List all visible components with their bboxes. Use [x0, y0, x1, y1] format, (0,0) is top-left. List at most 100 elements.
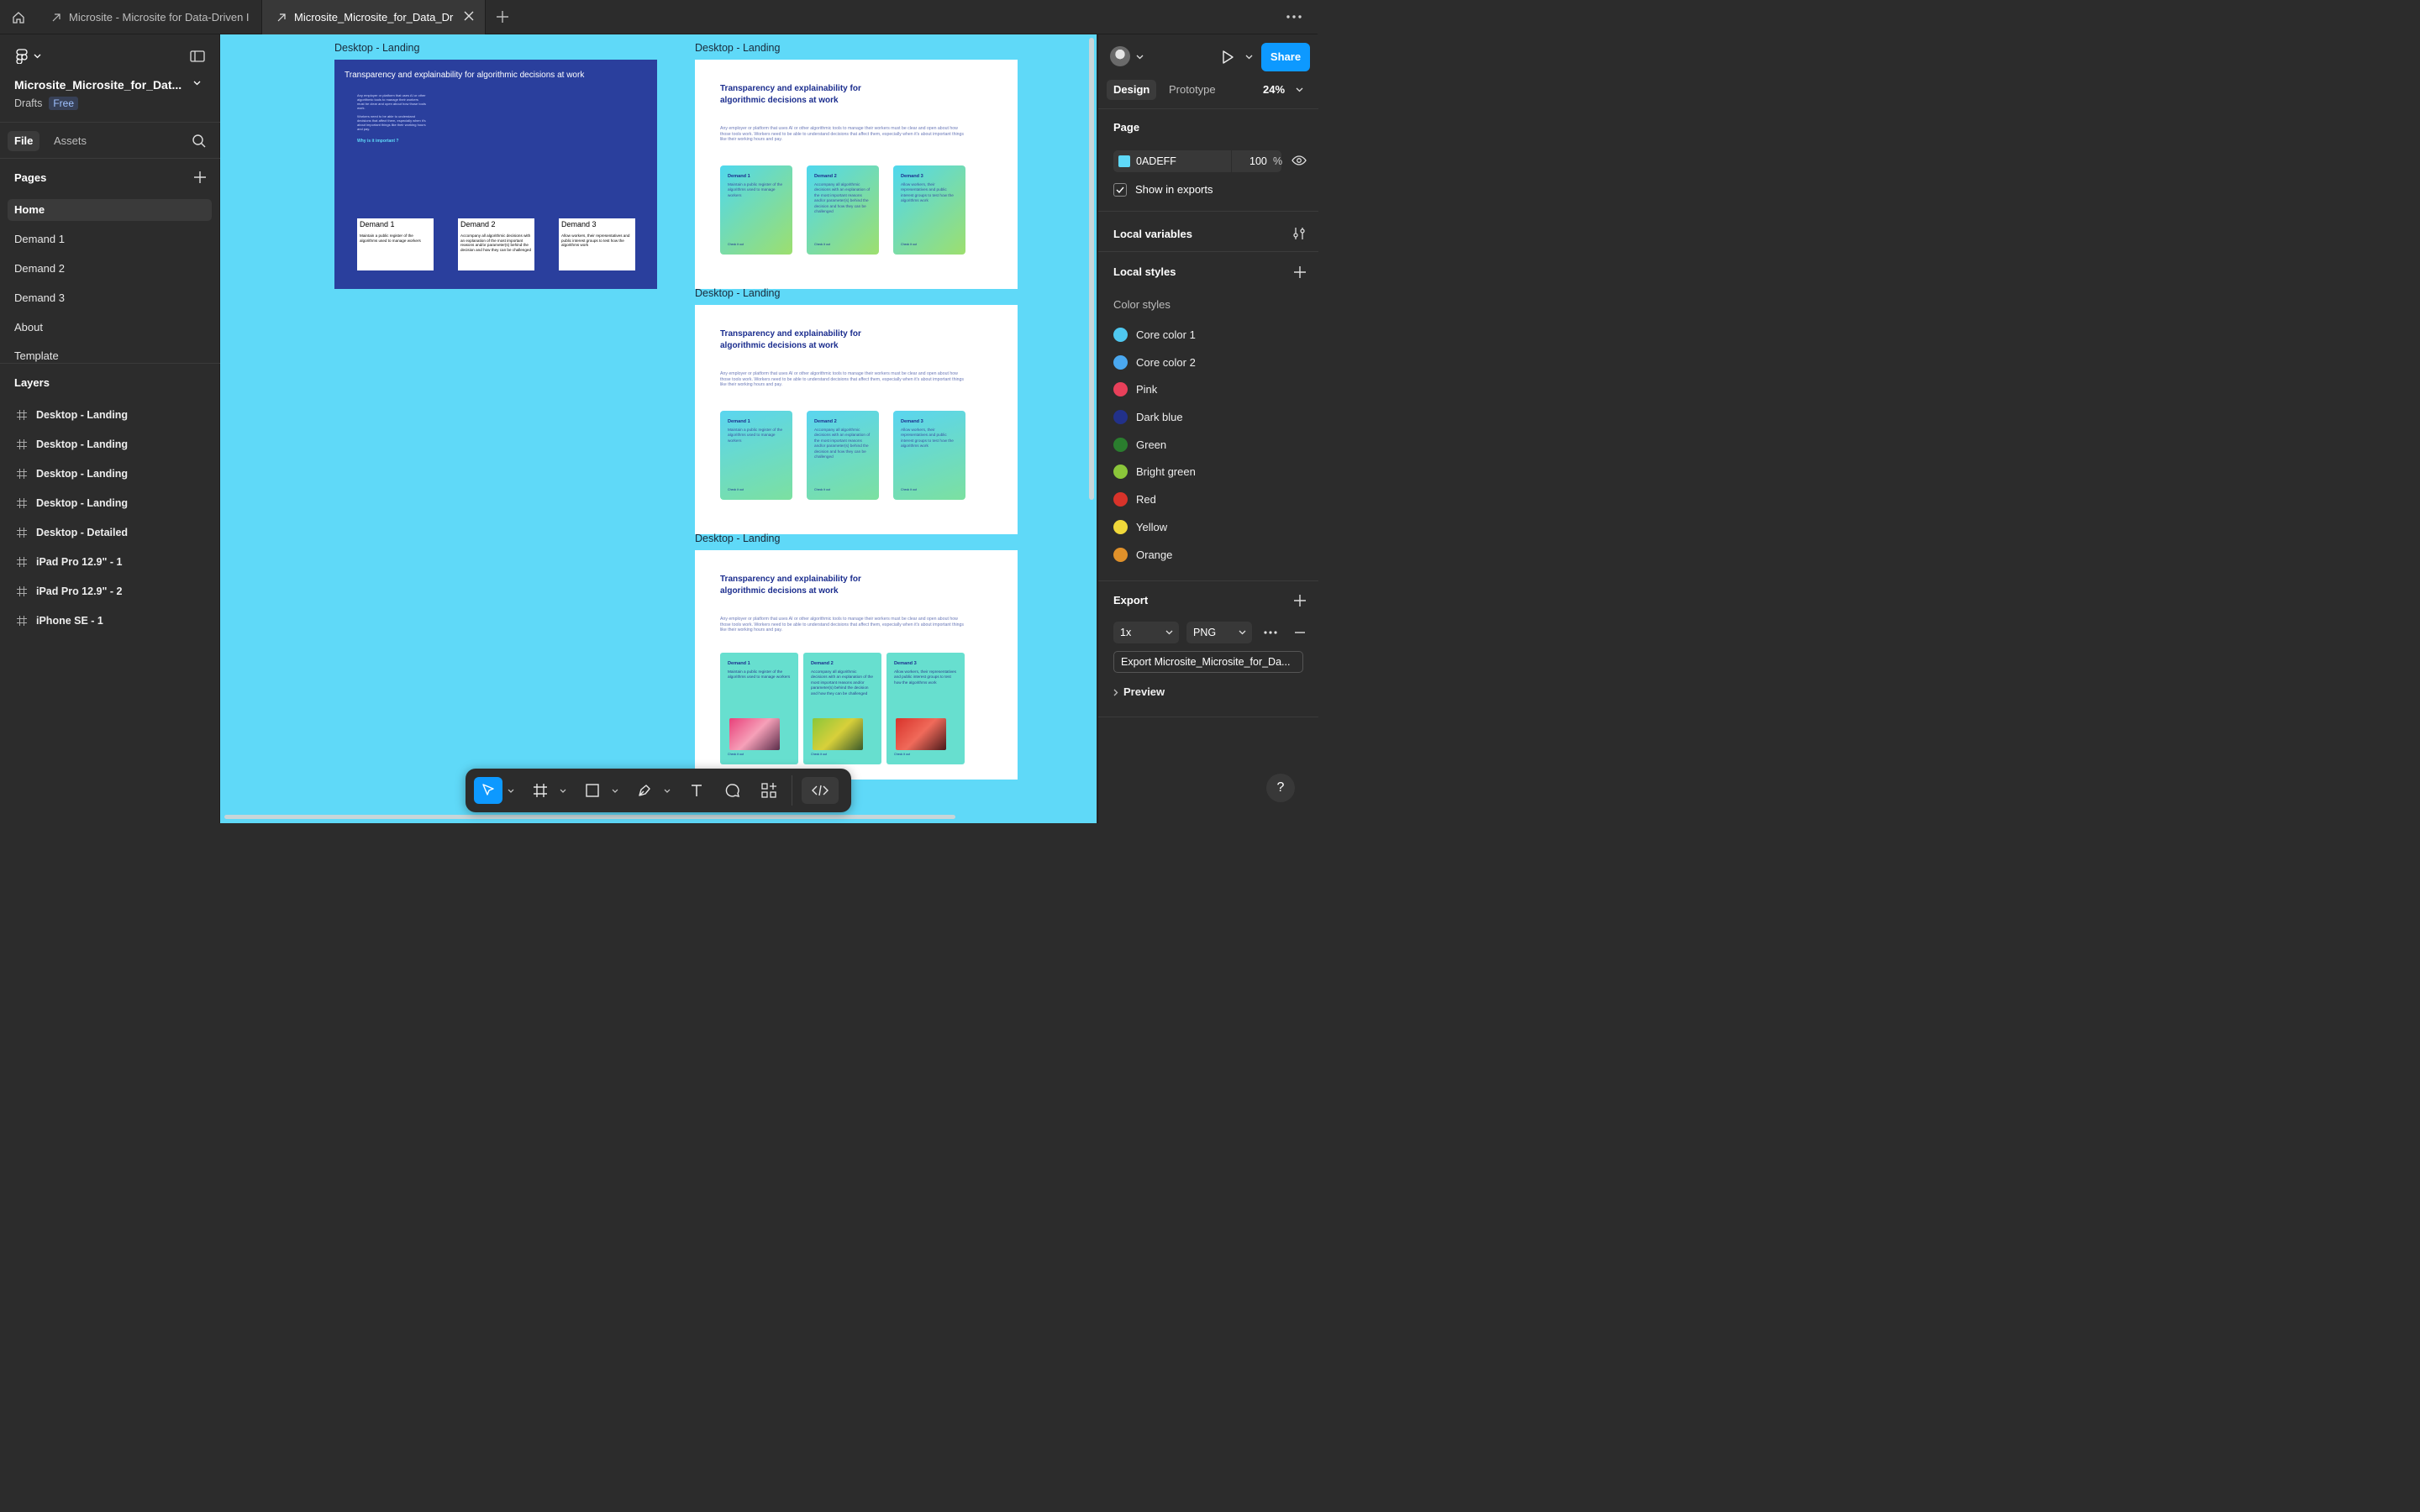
- color-style-item[interactable]: Red: [1113, 491, 1156, 507]
- variables-icon[interactable]: [1292, 227, 1306, 240]
- frame-desktop-landing-3[interactable]: Transparency and explainability for algo…: [695, 305, 1018, 534]
- export-heading: Export: [1113, 594, 1149, 606]
- frame-icon: [17, 528, 27, 538]
- page-item-demand-2[interactable]: Demand 2: [8, 258, 212, 280]
- layer-item[interactable]: Desktop - Landing: [17, 434, 128, 454]
- frame-desktop-landing-1[interactable]: Transparency and explainability for algo…: [334, 60, 657, 289]
- share-button[interactable]: Share: [1261, 43, 1310, 71]
- frame-label[interactable]: Desktop - Landing: [695, 42, 780, 54]
- page-item-home[interactable]: Home: [8, 199, 212, 221]
- actions-button[interactable]: [758, 777, 780, 804]
- zoom-level[interactable]: 24%: [1263, 83, 1285, 96]
- color-style-item[interactable]: Orange: [1113, 546, 1172, 563]
- comment-tool-button[interactable]: [722, 777, 744, 804]
- frame-tool-button[interactable]: [529, 777, 551, 804]
- color-style-item[interactable]: Yellow: [1113, 518, 1167, 535]
- local-styles-heading: Local styles: [1113, 265, 1176, 278]
- export-button[interactable]: Export Microsite_Microsite_for_Da...: [1113, 651, 1303, 673]
- card-title: Demand 2: [460, 220, 496, 228]
- layer-label: Desktop - Landing: [36, 438, 129, 450]
- page-color-field[interactable]: 0ADEFF 100 %: [1113, 150, 1282, 172]
- frame-label[interactable]: Desktop - Landing: [334, 42, 419, 54]
- layer-item[interactable]: iPad Pro 12.9" - 2: [17, 581, 123, 601]
- sidebar-toggle-icon[interactable]: [190, 50, 205, 63]
- play-icon[interactable]: [1220, 50, 1235, 65]
- main-menu-button[interactable]: [15, 49, 41, 64]
- text-tool-button[interactable]: [686, 777, 708, 804]
- page-item-demand-3[interactable]: Demand 3: [8, 287, 212, 309]
- drafts-label[interactable]: Drafts: [14, 97, 42, 109]
- dev-mode-toggle[interactable]: [802, 777, 839, 804]
- help-button[interactable]: ?: [1266, 774, 1295, 802]
- home-button[interactable]: [0, 0, 37, 34]
- pen-tool-menu[interactable]: [662, 777, 672, 804]
- chevron-down-icon[interactable]: [1296, 87, 1303, 92]
- preview-toggle[interactable]: Preview: [1113, 685, 1165, 698]
- frame-intro: Any employer or platform that uses AI or…: [720, 126, 965, 142]
- move-tool-menu[interactable]: [506, 777, 516, 804]
- page-item-template[interactable]: Template: [8, 345, 212, 367]
- search-icon[interactable]: [192, 134, 207, 149]
- file-title[interactable]: Microsite_Microsite_for_Dat...: [14, 78, 187, 92]
- shape-tool-button[interactable]: [581, 777, 603, 804]
- more-icon[interactable]: [1263, 627, 1278, 638]
- export-scale-select[interactable]: 1x: [1113, 622, 1179, 643]
- minus-icon[interactable]: [1293, 627, 1307, 638]
- chevron-down-icon[interactable]: [1136, 55, 1144, 60]
- plus-icon[interactable]: [1293, 594, 1307, 607]
- shape-tool-menu[interactable]: [610, 777, 620, 804]
- page-item-demand-1[interactable]: Demand 1: [8, 228, 212, 250]
- plus-icon[interactable]: [494, 8, 511, 25]
- color-style-item[interactable]: Core color 2: [1113, 354, 1196, 370]
- components-icon: [760, 782, 777, 799]
- tab-microsite-2[interactable]: Microsite_Microsite_for_Data_Dri: [262, 0, 486, 34]
- color-style-item[interactable]: Green: [1113, 436, 1166, 453]
- color-style-item[interactable]: Bright green: [1113, 463, 1196, 480]
- layer-item[interactable]: Desktop - Landing: [17, 493, 128, 513]
- color-style-item[interactable]: Pink: [1113, 381, 1157, 397]
- frame-tool-menu[interactable]: [558, 777, 568, 804]
- pen-tool-button[interactable]: [634, 777, 655, 804]
- avatar[interactable]: [1110, 46, 1130, 66]
- chevron-down-icon[interactable]: [193, 81, 201, 86]
- color-style-item[interactable]: Core color 1: [1113, 326, 1196, 343]
- add-page-icon[interactable]: [193, 171, 207, 184]
- layer-item[interactable]: iPhone SE - 1: [17, 611, 103, 631]
- tab-prototype[interactable]: Prototype: [1162, 80, 1223, 100]
- frame-label[interactable]: Desktop - Landing: [695, 287, 780, 299]
- page-item-about[interactable]: About: [8, 317, 212, 339]
- color-swatch[interactable]: [1118, 155, 1130, 167]
- tab-microsite-1[interactable]: Microsite - Microsite for Data-Driven I: [37, 0, 262, 34]
- close-icon[interactable]: [463, 10, 475, 22]
- plus-icon[interactable]: [1293, 265, 1307, 279]
- tab-file[interactable]: File: [8, 131, 40, 151]
- tab-design[interactable]: Design: [1107, 80, 1157, 100]
- layer-item[interactable]: Desktop - Landing: [17, 405, 128, 425]
- layer-item[interactable]: Desktop - Detailed: [17, 522, 128, 543]
- page-opacity[interactable]: 100: [1249, 155, 1267, 167]
- layer-label: iPhone SE - 1: [36, 615, 103, 627]
- eye-icon[interactable]: [1292, 154, 1307, 167]
- tab-label: Microsite - Microsite for Data-Driven I: [69, 11, 250, 24]
- frame-desktop-landing-4[interactable]: Transparency and explainability for algo…: [695, 550, 1018, 780]
- tab-assets[interactable]: Assets: [47, 131, 93, 151]
- color-style-item[interactable]: Dark blue: [1113, 408, 1183, 425]
- card-photo: [729, 718, 780, 750]
- frame-label[interactable]: Desktop - Landing: [695, 533, 780, 544]
- layer-item[interactable]: iPad Pro 12.9" - 1: [17, 552, 123, 572]
- page-color-hex[interactable]: 0ADEFF: [1136, 155, 1176, 167]
- chevron-down-icon[interactable]: [1245, 55, 1253, 60]
- frame-desktop-landing-2[interactable]: Transparency and explainability for algo…: [695, 60, 1018, 289]
- style-name: Green: [1136, 438, 1167, 451]
- layer-item[interactable]: Desktop - Landing: [17, 464, 128, 484]
- export-format-select[interactable]: PNG: [1186, 622, 1252, 643]
- frame-intro: Any employer or platform that uses AI or…: [720, 617, 965, 633]
- show-in-exports-checkbox[interactable]: [1113, 183, 1127, 197]
- horizontal-scrollbar[interactable]: [224, 815, 955, 819]
- local-variables-heading[interactable]: Local variables: [1113, 228, 1192, 240]
- canvas[interactable]: Desktop - Landing Transparency and expla…: [220, 34, 1097, 823]
- comment-icon: [725, 783, 740, 798]
- more-icon[interactable]: [1286, 10, 1302, 24]
- vertical-scrollbar[interactable]: [1089, 38, 1094, 500]
- move-tool-button[interactable]: [474, 777, 502, 804]
